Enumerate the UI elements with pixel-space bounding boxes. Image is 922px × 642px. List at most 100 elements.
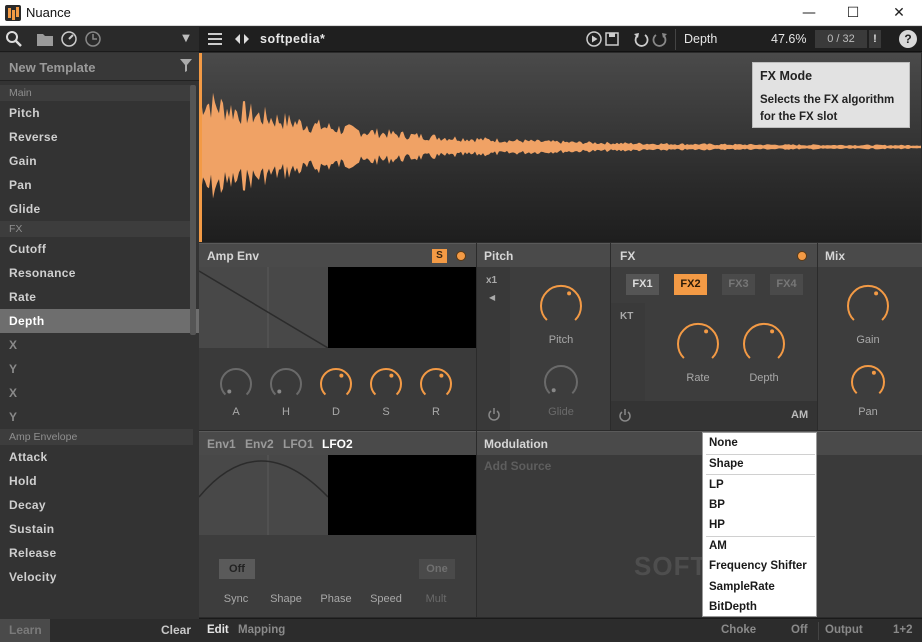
menu-icon[interactable] <box>208 32 222 51</box>
chevron-down-icon[interactable]: ▼ <box>177 30 195 48</box>
option-hp[interactable]: HP <box>709 519 725 531</box>
fx-mode-dropdown[interactable]: None Shape LP BP HP AM Frequency Shifter… <box>702 432 817 617</box>
option-bitdepth[interactable]: BitDepth <box>709 601 757 613</box>
knob-depth[interactable] <box>742 322 786 366</box>
sync-toggle[interactable]: Off <box>219 559 255 579</box>
list-item-rate[interactable]: Rate <box>0 285 199 309</box>
list-item-decay[interactable]: Decay <box>0 493 199 517</box>
list-item-x[interactable]: X <box>0 381 199 405</box>
search-icon[interactable] <box>5 30 23 48</box>
choke-value[interactable]: Off <box>791 624 808 636</box>
undo-icon[interactable] <box>633 31 649 52</box>
mapping-tab[interactable]: Mapping <box>238 624 285 636</box>
list-item-glide[interactable]: Glide <box>0 197 199 221</box>
play-icon[interactable] <box>586 31 602 52</box>
fx-slot-4[interactable]: FX4 <box>770 274 803 295</box>
list-item-cutoff[interactable]: Cutoff <box>0 237 199 261</box>
section-header-amp-envelope: Amp Envelope <box>0 429 193 445</box>
sidebar: ▼ New Template Main Pitch Reverse Gain P… <box>0 27 199 642</box>
add-source-button[interactable]: Add Source <box>484 459 551 473</box>
lfo-panel: Env1 Env2 LFO1 LFO2 Off One <box>198 431 476 617</box>
power-icon[interactable] <box>487 407 501 426</box>
selected-param-name: Depth <box>684 32 718 46</box>
list-item-pitch[interactable]: Pitch <box>0 101 199 125</box>
clock-icon[interactable] <box>84 30 102 48</box>
knob-glide[interactable] <box>543 364 579 400</box>
tab-env2[interactable]: Env2 <box>245 437 274 451</box>
knob-hold[interactable] <box>269 367 303 401</box>
learn-button[interactable]: Learn <box>0 619 50 642</box>
knob-release[interactable] <box>419 367 453 401</box>
modulation-panel: Modulation Add Source SOFTPEDIA <box>477 431 922 617</box>
list-item-x[interactable]: X <box>0 333 199 357</box>
list-item-sustain[interactable]: Sustain <box>0 517 199 541</box>
close-button[interactable]: ✕ <box>876 0 922 26</box>
redo-icon[interactable] <box>652 31 668 52</box>
folder-icon[interactable] <box>36 30 54 48</box>
list-item-resonance[interactable]: Resonance <box>0 261 199 285</box>
knob-label-r: R <box>432 406 440 418</box>
knob-sustain[interactable] <box>369 367 403 401</box>
list-item-reverse[interactable]: Reverse <box>0 125 199 149</box>
knob-decay[interactable] <box>319 367 353 401</box>
preset-name[interactable]: softpedia* <box>260 32 325 46</box>
list-item-hold[interactable]: Hold <box>0 469 199 493</box>
knob-gain[interactable] <box>846 284 890 328</box>
list-item-y[interactable]: Y <box>0 357 199 381</box>
help-icon[interactable]: ? <box>899 30 917 48</box>
filter-icon[interactable] <box>179 58 193 77</box>
solo-button[interactable]: S <box>432 249 447 263</box>
clear-button[interactable]: Clear <box>161 619 191 642</box>
template-selector[interactable]: New Template <box>0 53 199 81</box>
warning-button[interactable]: ! <box>869 30 881 48</box>
knob-label-gain: Gain <box>856 334 880 346</box>
knob-rate[interactable] <box>676 322 720 366</box>
list-item-release[interactable]: Release <box>0 541 199 565</box>
list-item-y[interactable]: Y <box>0 405 199 429</box>
pitch-multiplier[interactable]: x1 <box>486 275 497 286</box>
minimize-button[interactable]: — <box>786 0 832 26</box>
fx-slot-1[interactable]: FX1 <box>626 274 659 295</box>
list-item-depth[interactable]: Depth <box>0 309 199 333</box>
tab-lfo2[interactable]: LFO2 <box>322 437 353 451</box>
amp-env-led[interactable] <box>456 251 466 261</box>
lfo-shape-view[interactable] <box>198 455 329 535</box>
option-lp[interactable]: LP <box>709 479 724 491</box>
option-bp[interactable]: BP <box>709 499 725 511</box>
kt-toggle[interactable]: KT <box>620 311 633 322</box>
list-item-gain[interactable]: Gain <box>0 149 199 173</box>
bottom-bar: Edit Mapping Choke Off Output 1+2 <box>199 618 922 642</box>
preset-nav-icon[interactable] <box>234 32 250 51</box>
output-value[interactable]: 1+2 <box>893 624 913 636</box>
knob-attack[interactable] <box>219 367 253 401</box>
knob-pitch[interactable] <box>539 284 583 328</box>
option-samplerate[interactable]: SampleRate <box>709 581 775 593</box>
list-item-attack[interactable]: Attack <box>0 445 199 469</box>
list-item-velocity[interactable]: Velocity <box>0 565 199 589</box>
fx-slot-2[interactable]: FX2 <box>674 274 707 295</box>
edit-tab[interactable]: Edit <box>207 624 229 636</box>
option-shape[interactable]: Shape <box>709 458 744 470</box>
gauge-icon[interactable] <box>60 30 78 48</box>
env-shape-view[interactable] <box>198 267 329 349</box>
fx-power-icon[interactable] <box>618 408 632 427</box>
maximize-button[interactable]: ☐ <box>830 0 876 26</box>
modulation-title: Modulation <box>484 437 548 451</box>
option-am[interactable]: AM <box>709 540 727 552</box>
fx-mode-label[interactable]: AM <box>791 409 808 421</box>
option-frequency-shifter[interactable]: Frequency Shifter <box>709 560 807 572</box>
fx-slot-3[interactable]: FX3 <box>722 274 755 295</box>
option-none[interactable]: None <box>709 437 738 449</box>
fx-title: FX <box>620 249 636 263</box>
sidebar-scrollbar[interactable] <box>190 85 196 335</box>
save-icon[interactable] <box>605 31 619 52</box>
mult-toggle[interactable]: One <box>419 559 455 579</box>
tab-lfo1[interactable]: LFO1 <box>283 437 314 451</box>
lfo-tabs: Env1 Env2 LFO1 LFO2 <box>199 431 476 455</box>
list-item-pan[interactable]: Pan <box>0 173 199 197</box>
knob-pan[interactable] <box>850 364 886 400</box>
fx-led[interactable] <box>797 251 807 261</box>
left-arrow-icon[interactable]: ◀ <box>489 293 495 302</box>
playhead-marker[interactable] <box>199 53 202 242</box>
tab-env1[interactable]: Env1 <box>207 437 236 451</box>
